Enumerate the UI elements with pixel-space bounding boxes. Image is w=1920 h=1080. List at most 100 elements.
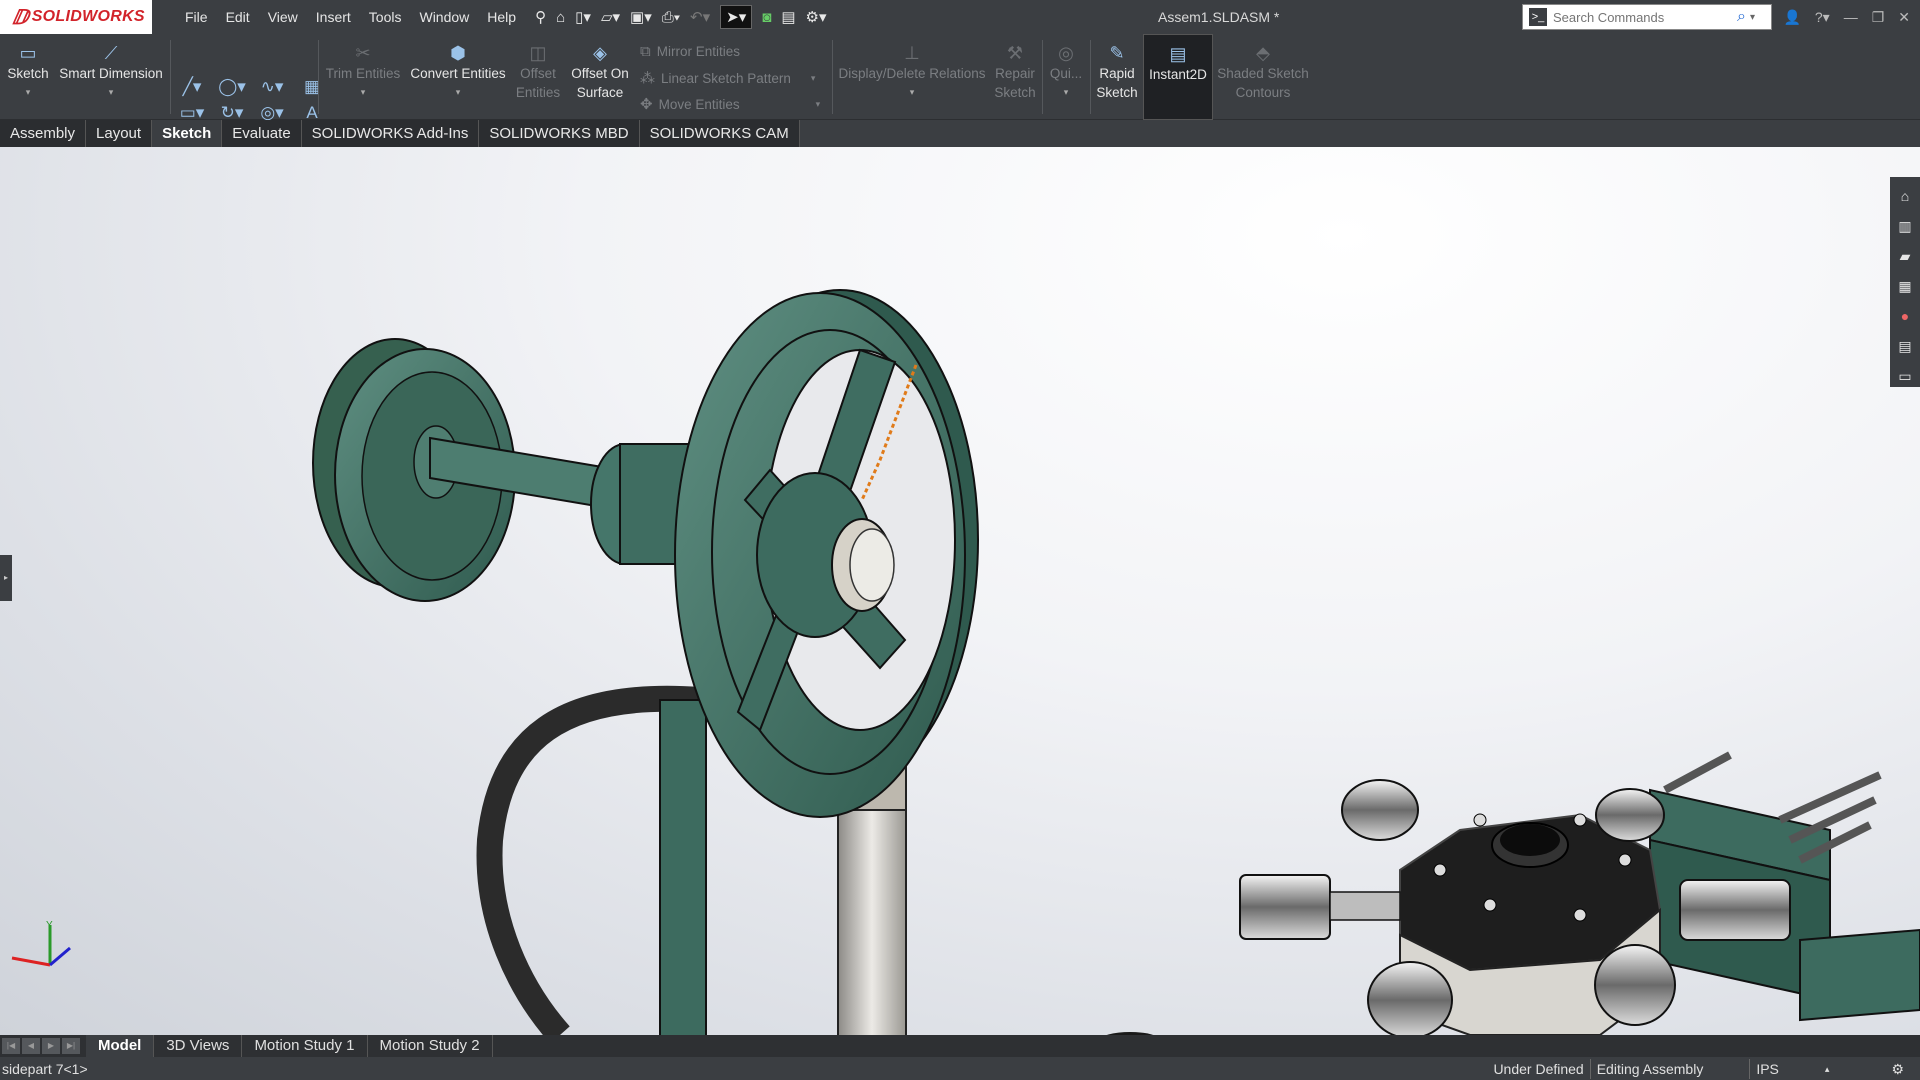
menu-help[interactable]: Help xyxy=(478,0,525,34)
smart-dimension-button[interactable]: ⟋ Smart Dimension ▾ xyxy=(56,34,166,120)
search-icon[interactable]: ⌕ xyxy=(1737,8,1746,26)
restore-icon[interactable]: ❐ xyxy=(1872,9,1885,26)
first-tab-icon[interactable]: |◀ xyxy=(2,1038,20,1054)
quick-snaps-button[interactable]: ◎ Qui... ▾ xyxy=(1046,34,1086,120)
menu-file[interactable]: File xyxy=(176,0,217,34)
line-icon[interactable]: ╱▾ xyxy=(172,74,212,100)
svg-text:Y: Y xyxy=(46,920,53,931)
sketch-button[interactable]: ▭ Sketch ▾ xyxy=(4,34,52,120)
custom-properties-icon[interactable]: ▤ xyxy=(1898,331,1911,361)
undo-icon[interactable]: ↶▾ xyxy=(690,8,710,26)
print-icon[interactable]: ⎙▾ xyxy=(662,9,680,26)
linear-sketch-pattern-button[interactable]: ⁂ Linear Sketch Pattern ▾ xyxy=(640,69,815,87)
chevron-down-icon[interactable]: ▾ xyxy=(456,83,461,102)
new-document-icon[interactable]: ▯▾ xyxy=(575,8,591,26)
view-palette-icon[interactable]: ▦ xyxy=(1898,271,1911,301)
chevron-down-icon[interactable]: ▾ xyxy=(361,83,366,102)
relations-icon: ⊥ xyxy=(904,43,920,63)
convert-entities-label: Convert Entities xyxy=(410,66,506,81)
linear-sketch-pattern-label: Linear Sketch Pattern xyxy=(661,70,791,86)
help-icon[interactable]: ?▾ xyxy=(1815,9,1830,26)
command-manager: ▭ Sketch ▾ ⟋ Smart Dimension ▾ ╱▾ ◯▾ ∿▾ … xyxy=(0,34,1920,148)
open-icon[interactable]: ▱▾ xyxy=(601,8,620,26)
graphics-area[interactable]: Y ◧ ◨ — ❐ ✕ ⌂ ▥ ▰ ▦ ● ▤ ▭ ▸ xyxy=(0,147,1920,1035)
design-library-icon[interactable]: ▥ xyxy=(1898,211,1911,241)
search-dropdown-icon[interactable]: ▾ xyxy=(1750,12,1755,23)
chevron-down-icon[interactable]: ▾ xyxy=(1064,83,1069,102)
offset-entities-button[interactable]: ◫ Offset Entities xyxy=(512,34,564,120)
next-tab-icon[interactable]: ▶ xyxy=(42,1038,60,1054)
chevron-down-icon[interactable]: ▾ xyxy=(910,83,915,102)
shaded-sketch-label-2: Contours xyxy=(1235,85,1291,100)
display-delete-relations-label: Display/Delete Relations xyxy=(838,66,986,81)
tab-addins[interactable]: SOLIDWORKS Add-Ins xyxy=(301,120,480,147)
bottom-tabs: |◀ ◀ ▶ ▶| Model 3D Views Motion Study 1 … xyxy=(0,1035,1920,1057)
file-properties-icon[interactable]: ▤ xyxy=(781,8,795,26)
command-prompt-icon: >_ xyxy=(1529,8,1547,26)
search-input[interactable] xyxy=(1553,9,1733,25)
solidworks-logo[interactable]: ⅅ SOLIDWORKS xyxy=(0,0,152,34)
tab-sketch[interactable]: Sketch xyxy=(152,120,223,147)
circle-icon[interactable]: ◯▾ xyxy=(212,74,252,100)
shaded-sketch-icon: ⬘ xyxy=(1256,43,1270,63)
last-tab-icon[interactable]: ▶| xyxy=(62,1038,80,1054)
mirror-entities-button[interactable]: ⧉ Mirror Entities xyxy=(640,43,740,60)
chevron-up-icon[interactable]: ▴ xyxy=(1819,1059,1836,1079)
close-icon[interactable]: ✕ xyxy=(1898,9,1910,26)
chevron-down-icon[interactable]: ▾ xyxy=(811,73,816,84)
sketch-icon: ▭ xyxy=(19,43,37,63)
menu-view[interactable]: View xyxy=(259,0,307,34)
tab-mbd[interactable]: SOLIDWORKS MBD xyxy=(479,120,640,147)
quick-snaps-icon: ◎ xyxy=(1058,43,1074,63)
document-title: Assem1.SLDASM * xyxy=(1158,9,1280,25)
user-icon[interactable]: 👤 xyxy=(1783,9,1800,26)
forum-icon[interactable]: ▭ xyxy=(1898,361,1911,391)
shaded-sketch-contours-button[interactable]: ⬘ Shaded Sketch Contours xyxy=(1216,34,1310,120)
select-icon[interactable]: ➤▾ xyxy=(720,5,753,29)
smart-dimension-label: Smart Dimension xyxy=(59,66,163,81)
convert-entities-icon: ⬢ xyxy=(450,43,466,63)
appearances-icon[interactable]: ● xyxy=(1901,301,1909,331)
window-controls: 👤 ?▾ — ❐ ✕ xyxy=(1783,0,1920,34)
tab-evaluate[interactable]: Evaluate xyxy=(222,120,302,147)
pin-icon[interactable]: ⚲ xyxy=(535,8,546,26)
spline-icon[interactable]: ∿▾ xyxy=(252,74,292,100)
offset-entities-icon: ◫ xyxy=(529,43,547,63)
units-selector[interactable]: IPS xyxy=(1749,1058,1819,1079)
tab-layout[interactable]: Layout xyxy=(86,120,153,147)
options-gear-icon[interactable]: ⚙▾ xyxy=(806,8,827,26)
trim-entities-button[interactable]: ✂ Trim Entities ▾ xyxy=(322,34,404,120)
display-delete-relations-button[interactable]: ⊥ Display/Delete Relations ▾ xyxy=(836,34,988,120)
home-icon[interactable]: ⌂ xyxy=(556,9,565,26)
tab-model[interactable]: Model xyxy=(86,1035,155,1057)
chevron-down-icon[interactable]: ▾ xyxy=(816,99,821,110)
move-entities-button[interactable]: ✥ Move Entities ▾ xyxy=(640,95,820,113)
status-options-icon[interactable]: ⚙ xyxy=(1885,1059,1910,1079)
feature-manager-handle[interactable]: ▸ xyxy=(0,555,12,601)
chevron-down-icon[interactable]: ▾ xyxy=(26,83,31,102)
menu-window[interactable]: Window xyxy=(410,0,478,34)
menu-edit[interactable]: Edit xyxy=(217,0,259,34)
prev-tab-icon[interactable]: ◀ xyxy=(22,1038,40,1054)
chevron-down-icon[interactable]: ▾ xyxy=(109,83,114,102)
menu-insert[interactable]: Insert xyxy=(307,0,360,34)
search-commands[interactable]: >_ ⌕ ▾ xyxy=(1522,4,1772,30)
repair-sketch-button[interactable]: ⚒ Repair Sketch xyxy=(990,34,1040,120)
instant2d-label: Instant2D xyxy=(1149,67,1207,82)
offset-on-surface-button[interactable]: ◈ Offset On Surface xyxy=(566,34,634,120)
file-explorer-icon[interactable]: ▰ xyxy=(1900,241,1911,271)
tab-3d-views[interactable]: 3D Views xyxy=(154,1035,243,1057)
tab-motion-study-2[interactable]: Motion Study 2 xyxy=(368,1035,493,1057)
solidworks-resources-icon[interactable]: ⌂ xyxy=(1901,181,1909,211)
tab-assembly[interactable]: Assembly xyxy=(0,120,87,147)
rebuild-icon[interactable]: ◙ xyxy=(762,9,771,26)
minimize-icon[interactable]: — xyxy=(1844,9,1858,25)
rapid-sketch-button[interactable]: ✎ Rapid Sketch xyxy=(1094,34,1140,120)
offset-on-surface-label-2: Surface xyxy=(576,85,624,100)
save-icon[interactable]: ▣▾ xyxy=(630,8,652,26)
tab-cam[interactable]: SOLIDWORKS CAM xyxy=(639,120,800,147)
tab-motion-study-1[interactable]: Motion Study 1 xyxy=(242,1035,368,1057)
convert-entities-button[interactable]: ⬢ Convert Entities ▾ xyxy=(406,34,510,120)
instant2d-button[interactable]: ▤ Instant2D xyxy=(1143,34,1213,120)
menu-tools[interactable]: Tools xyxy=(360,0,411,34)
